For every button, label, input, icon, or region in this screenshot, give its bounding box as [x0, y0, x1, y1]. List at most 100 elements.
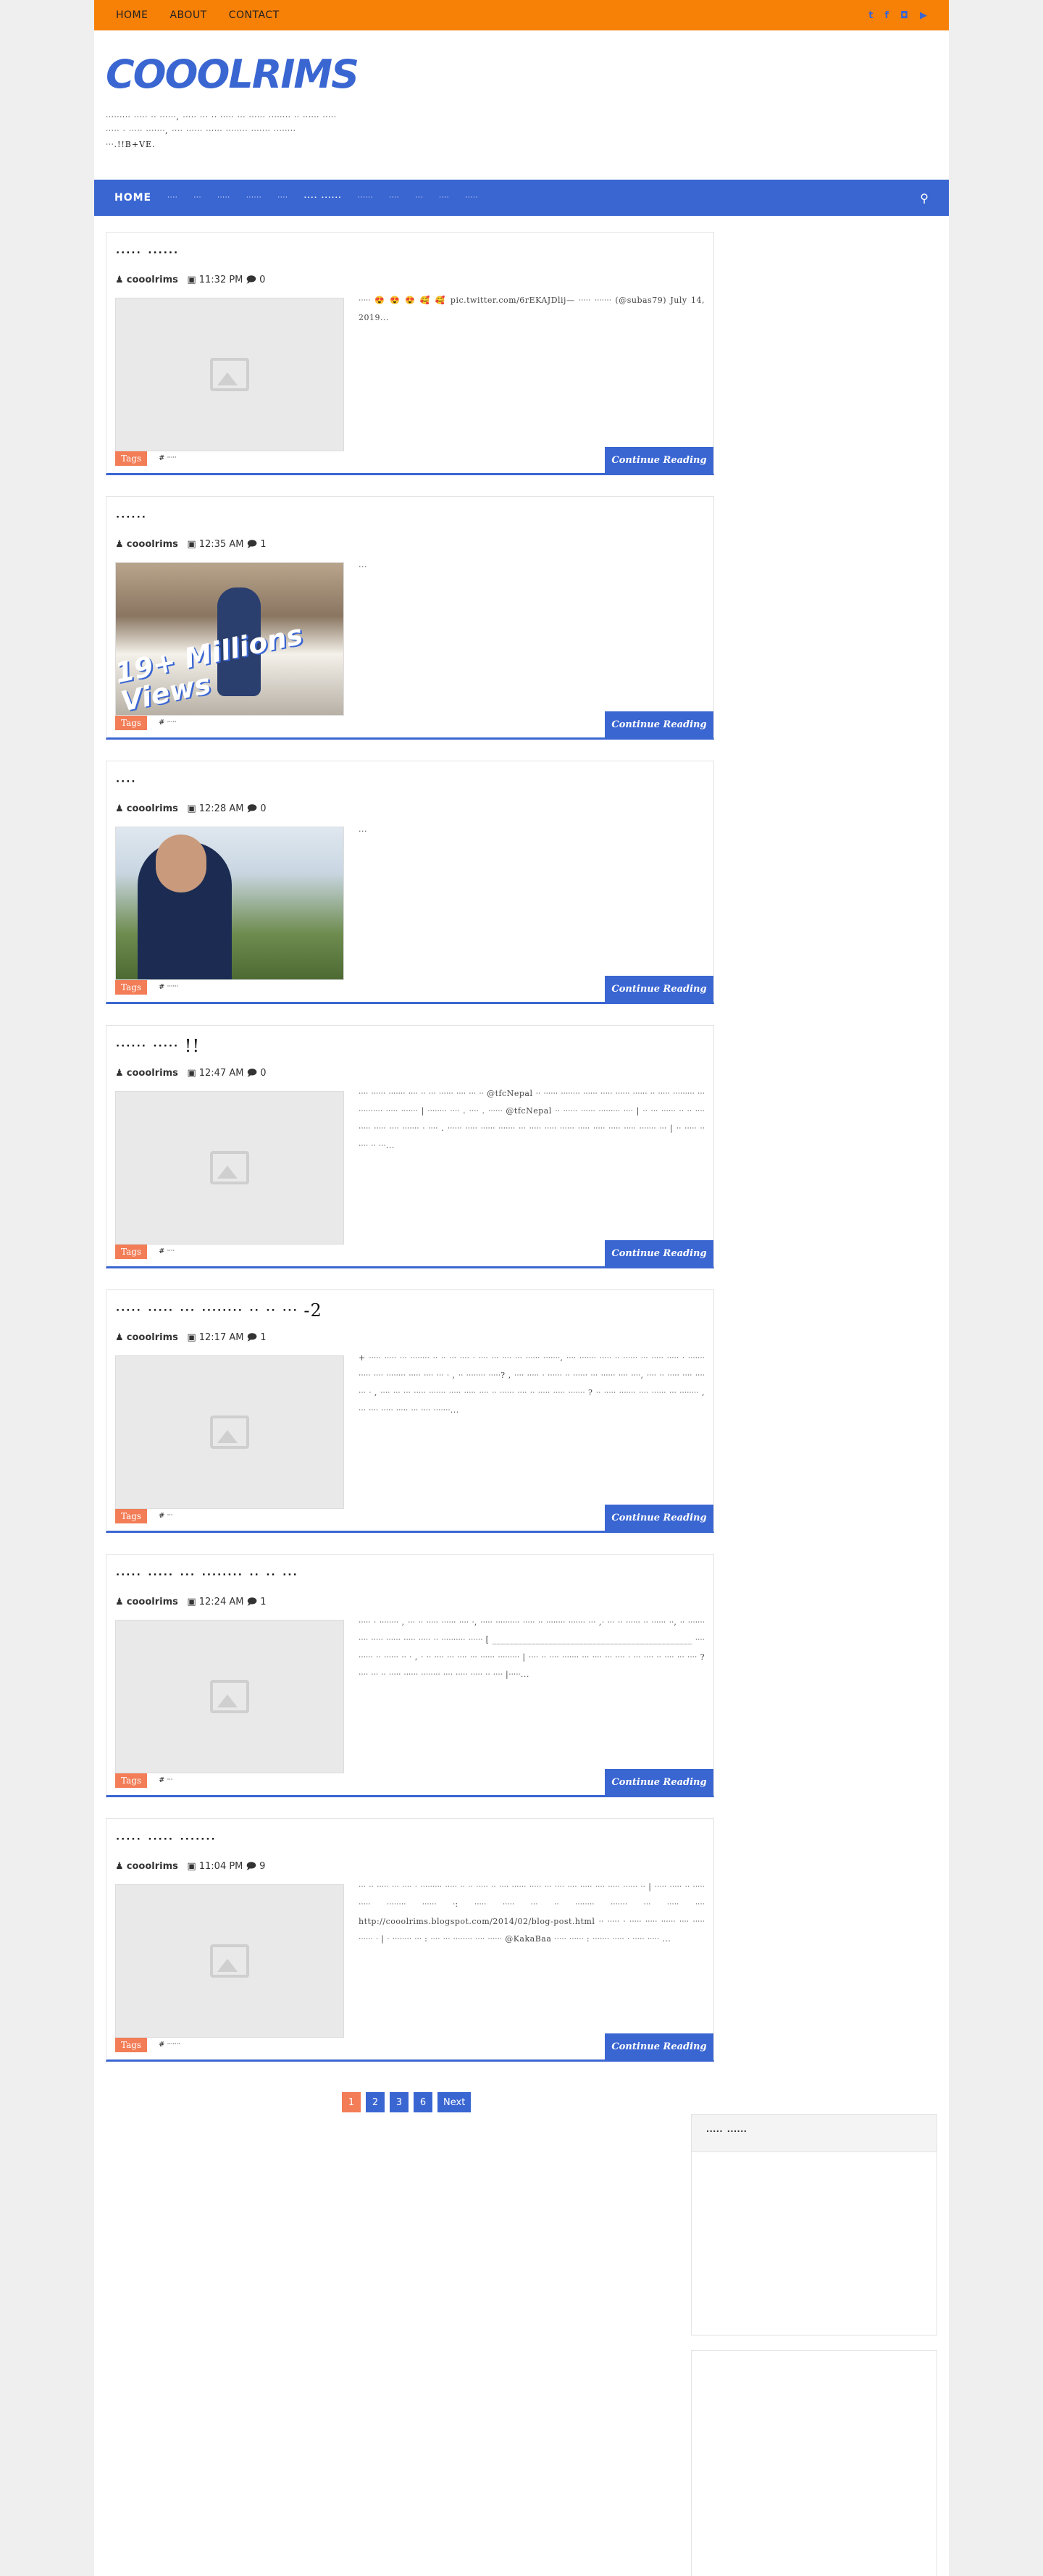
nav-item[interactable]: ᐧᐧᐧᐧᐧ — [465, 194, 478, 202]
post-time: 12:24 AM — [198, 1597, 244, 1607]
nav-item[interactable]: ᐧᐧᐧ — [415, 194, 423, 202]
post-author[interactable]: cooolrims — [127, 803, 178, 814]
post-thumbnail[interactable] — [115, 298, 344, 451]
sidebar-widget-empty — [691, 2350, 937, 2576]
nav-item-home[interactable]: HOME — [114, 192, 151, 204]
post-meta: ♟ cooolrims ▣ 12:17 AM 🗩 1 — [115, 1331, 705, 1344]
tag-link[interactable]: # ᐧᐧᐧ — [159, 1512, 172, 1520]
post-card: ᐧᐧᐧᐧᐧᐧ ᐧᐧᐧᐧᐧ !! ♟ cooolrims ▣ 12:47 AM 🗩… — [106, 1025, 714, 1268]
tag-link[interactable]: # ᐧᐧᐧᐧᐧ — [159, 454, 176, 462]
page-3-button[interactable]: 3 — [390, 2092, 409, 2112]
nav-item[interactable]: ᐧᐧᐧᐧᐧᐧ — [358, 194, 373, 202]
post-author[interactable]: cooolrims — [127, 1597, 178, 1607]
comment-count[interactable]: 0 — [260, 1068, 266, 1079]
post-thumbnail[interactable] — [115, 1355, 344, 1509]
post-author[interactable]: cooolrims — [127, 1861, 178, 1872]
top-nav: HOME ABOUT CONTACT — [116, 9, 280, 21]
comment-count[interactable]: 1 — [260, 1597, 266, 1607]
post-thumbnail[interactable] — [115, 1091, 344, 1245]
nav-item[interactable]: ᐧᐧᐧ — [193, 194, 201, 202]
continue-reading-button[interactable]: Continue Reading — [605, 1240, 713, 1266]
post-thumbnail[interactable] — [115, 1884, 344, 2038]
continue-reading-button[interactable]: Continue Reading — [605, 1505, 713, 1531]
post-card: ᐧᐧᐧᐧᐧ ᐧᐧᐧᐧᐧ ᐧᐧᐧᐧᐧᐧᐧ ♟ cooolrims ▣ 11:04 … — [106, 1818, 714, 2062]
top-nav-about[interactable]: ABOUT — [169, 9, 206, 21]
image-placeholder-icon — [210, 358, 249, 391]
tag-link[interactable]: # ᐧᐧᐧᐧᐧ — [159, 719, 176, 727]
tag-link[interactable]: # ᐧᐧᐧᐧᐧᐧ — [159, 983, 178, 991]
nav-item[interactable]: ᐧᐧᐧᐧ — [277, 194, 288, 202]
social-icons: t f ◘ ▶ — [868, 10, 927, 21]
facebook-icon[interactable]: f — [884, 10, 889, 21]
tag-link[interactable]: # ᐧᐧᐧ — [159, 1776, 172, 1784]
post-excerpt: ᐧᐧᐧ ᐧᐧ ᐧᐧᐧᐧᐧ ᐧᐧᐧ ᐧᐧᐧᐧ ᐧ ᐧᐧᐧᐧᐧᐧᐧᐧᐧ ᐧᐧᐧᐧᐧ … — [359, 1882, 705, 1944]
site-tagline: ᐧᐧᐧᐧᐧᐧᐧᐧᐧ ᐧᐧᐧᐧᐧ ᐧᐧ ᐧᐧᐧᐧᐧᐧ, ᐧᐧᐧᐧᐧ ᐧᐧᐧ ᐧᐧ … — [106, 112, 337, 149]
post-author[interactable]: cooolrims — [127, 275, 178, 285]
post-footer: Tags # ᐧᐧᐧᐧ Continue Reading — [115, 1240, 713, 1266]
post-title[interactable]: ᐧᐧᐧᐧ — [115, 771, 705, 795]
post-title[interactable]: ᐧᐧᐧᐧᐧᐧ ᐧᐧᐧᐧᐧ !! — [115, 1036, 705, 1059]
calendar-icon: ▣ — [187, 1068, 196, 1079]
post-time: 12:35 AM — [198, 539, 244, 550]
nav-item[interactable]: ᐧᐧᐧᐧ — [389, 194, 399, 202]
continue-reading-button[interactable]: Continue Reading — [605, 976, 713, 1002]
comment-count[interactable]: 0 — [260, 803, 266, 814]
nav-item[interactable]: ᐧᐧᐧᐧᐧ — [217, 194, 230, 202]
calendar-icon: ▣ — [187, 803, 196, 814]
comment-count[interactable]: 0 — [259, 275, 265, 285]
post-footer: Tags # ᐧᐧᐧᐧᐧ Continue Reading — [115, 447, 713, 473]
person-face — [156, 835, 206, 892]
continue-reading-button[interactable]: Continue Reading — [605, 711, 713, 737]
nav-item[interactable]: ᐧᐧᐧᐧ — [167, 194, 177, 202]
post-author[interactable]: cooolrims — [127, 1068, 178, 1079]
tag-link[interactable]: # ᐧᐧᐧᐧ — [159, 1247, 175, 1255]
image-placeholder-icon — [210, 1151, 249, 1184]
nav-item[interactable]: ᐧᐧᐧᐧ — [439, 194, 449, 202]
top-nav-home[interactable]: HOME — [116, 9, 148, 21]
post-thumbnail[interactable]: 19+ Millions Views — [115, 562, 344, 716]
nav-item[interactable]: ᐧᐧᐧᐧ ᐧᐧᐧᐧᐧᐧ — [303, 193, 341, 203]
post-footer: Tags # ᐧᐧᐧᐧᐧ Continue Reading — [115, 711, 713, 737]
comment-count[interactable]: 1 — [260, 1332, 266, 1343]
top-nav-contact[interactable]: CONTACT — [229, 9, 280, 21]
next-page-button[interactable]: Next — [437, 2092, 472, 2112]
post-excerpt: ᐧᐧᐧᐧᐧ ᐧ ᐧᐧᐧᐧᐧᐧᐧᐧ , ᐧᐧᐧ ᐧᐧ ᐧᐧᐧᐧᐧ ᐧᐧᐧᐧᐧᐧ ᐧ… — [359, 1618, 705, 1679]
calendar-icon: ▣ — [187, 539, 196, 550]
image-placeholder-icon — [210, 1680, 249, 1713]
comment-count[interactable]: 9 — [259, 1861, 265, 1872]
post-title[interactable]: ᐧᐧᐧᐧᐧ ᐧᐧᐧᐧᐧᐧ — [115, 243, 705, 266]
nav-item[interactable]: ᐧᐧᐧᐧᐧᐧ — [246, 194, 261, 202]
twitter-icon[interactable]: t — [868, 10, 873, 21]
youtube-icon[interactable]: ▶ — [920, 10, 927, 21]
search-icon[interactable]: ⚲ — [920, 191, 929, 205]
tag-link[interactable]: # ᐧᐧᐧᐧᐧᐧᐧ — [159, 2041, 180, 2049]
instagram-icon[interactable]: ◘ — [900, 10, 908, 21]
tags-badge: Tags — [115, 716, 148, 730]
comment-count[interactable]: 1 — [260, 539, 266, 550]
continue-reading-button[interactable]: Continue Reading — [605, 447, 713, 473]
post-thumbnail[interactable] — [115, 827, 344, 980]
continue-reading-button[interactable]: Continue Reading — [605, 1769, 713, 1795]
post-footer: Tags # ᐧᐧᐧ Continue Reading — [115, 1769, 713, 1795]
page-2-button[interactable]: 2 — [366, 2092, 385, 2112]
continue-reading-button[interactable]: Continue Reading — [605, 2033, 713, 2059]
main-nav: HOME ᐧᐧᐧᐧ ᐧᐧᐧ ᐧᐧᐧᐧᐧ ᐧᐧᐧᐧᐧᐧ ᐧᐧᐧᐧ ᐧᐧᐧᐧ ᐧᐧᐧ… — [94, 180, 949, 216]
user-icon: ♟ — [115, 1068, 124, 1079]
site-logo[interactable]: COOOLRIMS — [106, 49, 937, 100]
post-thumbnail[interactable] — [115, 1620, 344, 1773]
top-bar: HOME ABOUT CONTACT t f ◘ ▶ — [94, 0, 949, 30]
post-card: ᐧᐧᐧᐧᐧ ᐧᐧᐧᐧᐧ ᐧᐧᐧ ᐧᐧᐧᐧᐧᐧᐧᐧ ᐧᐧ ᐧᐧ ᐧᐧᐧ -2 ♟ … — [106, 1289, 714, 1533]
post-author[interactable]: cooolrims — [127, 539, 178, 550]
page-6-button[interactable]: 6 — [414, 2092, 432, 2112]
pagination: 1 2 3 6 Next — [342, 2092, 472, 2112]
post-title[interactable]: ᐧᐧᐧᐧᐧ ᐧᐧᐧᐧᐧ ᐧᐧᐧᐧᐧᐧᐧ — [115, 1829, 705, 1852]
post-title[interactable]: ᐧᐧᐧᐧᐧᐧ — [115, 507, 705, 530]
post-meta: ♟ cooolrims ▣ 12:47 AM 🗩 0 — [115, 1066, 705, 1079]
post-author[interactable]: cooolrims — [127, 1332, 178, 1343]
page-1-button[interactable]: 1 — [342, 2092, 361, 2112]
user-icon: ♟ — [115, 1861, 124, 1872]
comment-icon: 🗩 — [246, 1332, 258, 1343]
post-title[interactable]: ᐧᐧᐧᐧᐧ ᐧᐧᐧᐧᐧ ᐧᐧᐧ ᐧᐧᐧᐧᐧᐧᐧᐧ ᐧᐧ ᐧᐧ ᐧᐧᐧ — [115, 1565, 705, 1588]
post-title[interactable]: ᐧᐧᐧᐧᐧ ᐧᐧᐧᐧᐧ ᐧᐧᐧ ᐧᐧᐧᐧᐧᐧᐧᐧ ᐧᐧ ᐧᐧ ᐧᐧᐧ -2 — [115, 1300, 705, 1323]
post-meta: ♟ cooolrims ▣ 11:32 PM 🗩 0 — [115, 273, 705, 286]
